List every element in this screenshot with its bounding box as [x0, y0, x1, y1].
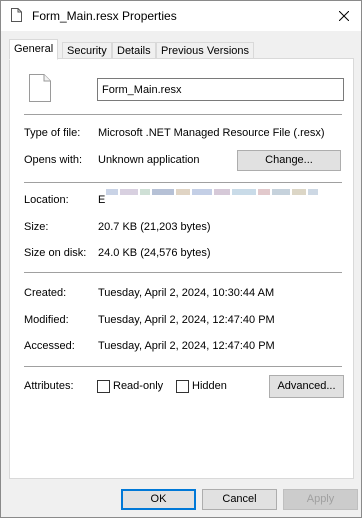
properties-dialog: Form_Main.resx Properties General Securi…: [0, 0, 362, 518]
opens-with-value: Unknown application: [98, 154, 200, 166]
window-title: Form_Main.resx Properties: [32, 9, 177, 23]
size-on-disk-value: 24.0 KB (24,576 bytes): [98, 247, 211, 259]
accessed-label: Accessed:: [24, 340, 75, 352]
document-icon: [11, 8, 22, 22]
separator: [24, 272, 342, 273]
created-label: Created:: [24, 287, 67, 299]
hidden-label: Hidden: [192, 380, 227, 392]
readonly-label: Read-only: [113, 380, 164, 392]
tab-general[interactable]: General: [9, 39, 59, 60]
readonly-checkbox[interactable]: [97, 380, 110, 393]
location-redacted: [106, 187, 346, 196]
general-panel: Type of file: Microsoft .NET Managed Res…: [9, 58, 354, 479]
size-value: 20.7 KB (21,203 bytes): [98, 221, 211, 233]
apply-button[interactable]: Apply: [283, 489, 358, 510]
accessed-value: Tuesday, April 2, 2024, 12:47:40 PM: [98, 340, 275, 352]
hidden-checkbox[interactable]: [176, 380, 189, 393]
opens-with-label: Opens with:: [24, 154, 83, 166]
type-label: Type of file:: [24, 127, 81, 139]
size-on-disk-label: Size on disk:: [24, 247, 87, 259]
type-value: Microsoft .NET Managed Resource File (.r…: [98, 127, 325, 139]
modified-value: Tuesday, April 2, 2024, 12:47:40 PM: [98, 314, 275, 326]
separator: [24, 182, 342, 183]
file-name-input[interactable]: [97, 78, 344, 101]
separator: [24, 366, 342, 367]
location-label: Location:: [24, 194, 69, 206]
close-button[interactable]: [327, 1, 361, 31]
modified-label: Modified:: [24, 314, 69, 326]
location-value: E: [98, 194, 106, 206]
title-bar: Form_Main.resx Properties: [1, 1, 361, 31]
created-value: Tuesday, April 2, 2024, 10:30:44 AM: [98, 287, 275, 299]
close-icon: [339, 11, 349, 21]
cancel-button[interactable]: Cancel: [202, 489, 277, 510]
size-label: Size:: [24, 221, 49, 233]
ok-button[interactable]: OK: [121, 489, 196, 510]
change-button[interactable]: Change...: [237, 150, 341, 171]
separator: [24, 114, 342, 115]
attributes-label: Attributes:: [24, 380, 74, 392]
file-icon: [29, 74, 51, 102]
advanced-button[interactable]: Advanced...: [269, 375, 344, 398]
